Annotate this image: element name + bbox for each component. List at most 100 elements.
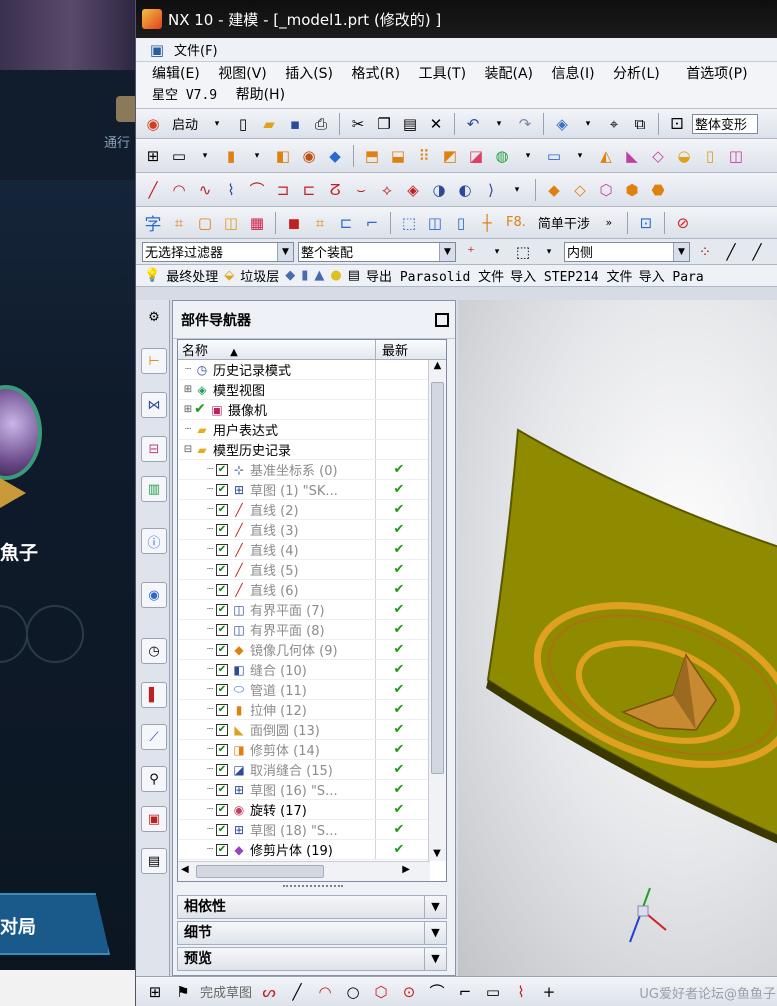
offset-dropdown-icon[interactable]: ▾ bbox=[569, 145, 591, 167]
sync-pull-face-icon[interactable]: ◇ bbox=[569, 179, 591, 201]
delete-icon[interactable]: ✕ bbox=[425, 113, 447, 135]
scroll-right-icon[interactable]: ▶ bbox=[402, 864, 410, 875]
title-bar[interactable]: NX 10 - 建模 - [_model1.prt (修改的) ] bbox=[136, 0, 777, 38]
menu-analysis[interactable]: 分析(L) bbox=[613, 66, 660, 82]
undo-dropdown-icon[interactable]: ▾ bbox=[488, 113, 510, 135]
tree-row[interactable]: ⊞ ◈ 模型视图 bbox=[178, 380, 446, 400]
expand-toggle-icon[interactable]: ⊞ bbox=[182, 384, 194, 395]
system-scene-icon[interactable]: ▤ bbox=[141, 848, 167, 874]
tree-row[interactable]: ┈ ✔ ⊞ 草图 (16) "S... ✔ bbox=[178, 780, 446, 800]
menu-help[interactable]: 帮助(H) bbox=[236, 87, 285, 103]
panel-icon[interactable]: ▯ bbox=[450, 212, 472, 234]
visibility-checkbox[interactable]: ✔ bbox=[216, 623, 228, 636]
cut-icon[interactable]: ✂ bbox=[347, 113, 369, 135]
role-card-icon[interactable]: ▣ bbox=[141, 806, 167, 832]
visibility-checkbox[interactable]: ✔ bbox=[216, 583, 228, 596]
rectangle-dropdown-icon[interactable]: ▾ bbox=[538, 241, 560, 263]
boss-icon[interactable]: ⬒ bbox=[361, 145, 383, 167]
trim-icon[interactable]: ⌗ bbox=[168, 212, 190, 234]
rectangle-icon[interactable]: ▭ bbox=[482, 981, 504, 1003]
column-name-header[interactable]: 名称 ▲ bbox=[178, 340, 376, 359]
visibility-checkbox[interactable]: ✔ bbox=[216, 563, 228, 576]
tree-row[interactable]: ┈ ✔ ◫ 有界平面 (8) ✔ bbox=[178, 620, 446, 640]
overflow-chevron-icon[interactable]: » bbox=[598, 212, 620, 234]
tree-row[interactable]: ┈ ✔ ⊞ 草图 (1) "SK... ✔ bbox=[178, 480, 446, 500]
arc-icon[interactable]: ◠ bbox=[168, 179, 190, 201]
box-icon[interactable]: ▢ bbox=[194, 212, 216, 234]
import-parasolid-button[interactable]: 导入 Para bbox=[639, 266, 704, 285]
pattern-icon[interactable]: ⬓ bbox=[387, 145, 409, 167]
visibility-checkbox[interactable]: ✔ bbox=[216, 743, 228, 756]
offset-curve-icon[interactable]: ⊐ bbox=[272, 179, 294, 201]
maximize-icon[interactable] bbox=[435, 313, 449, 327]
tree-row[interactable]: ┈ ✔ ◪ 取消缝合 (15) ✔ bbox=[178, 760, 446, 780]
type-filter-select[interactable]: 无选择过滤器 ▼ bbox=[142, 241, 294, 262]
profile-icon[interactable]: ᔕ bbox=[258, 981, 280, 1003]
tree-row[interactable]: ┈ ✔ ◣ 面倒圆 (13) ✔ bbox=[178, 720, 446, 740]
visibility-checkbox[interactable]: ✔ bbox=[216, 803, 228, 816]
visibility-checkbox[interactable]: ✔ bbox=[216, 603, 228, 616]
history-icon[interactable]: ⓘ bbox=[141, 528, 167, 554]
clock-icon[interactable]: ◷ bbox=[141, 638, 167, 664]
fillet-curve-icon[interactable]: ⌒ bbox=[246, 179, 268, 201]
details-section[interactable]: 细节 ▼ bbox=[177, 921, 447, 945]
simple-interference-button[interactable]: 简单干涉 bbox=[538, 213, 590, 232]
preview-section[interactable]: 预览 ▼ bbox=[177, 947, 447, 971]
array-icon[interactable]: ⠿ bbox=[413, 145, 435, 167]
chevron-down-icon[interactable]: ▼ bbox=[424, 922, 446, 944]
menu-format[interactable]: 格式(R) bbox=[351, 66, 400, 82]
tree-row[interactable]: ┈ ✔ ⬭ 管道 (11) ✔ bbox=[178, 680, 446, 700]
tree-row[interactable]: ┈ ◷ 历史记录模式 bbox=[178, 360, 446, 380]
finish-sketch-button[interactable]: 完成草图 bbox=[200, 982, 252, 1001]
save-icon[interactable]: ▪ bbox=[284, 113, 306, 135]
sketch-icon[interactable]: ⊞ bbox=[144, 981, 166, 1003]
line-icon[interactable]: ╱ bbox=[142, 179, 164, 201]
tree-row[interactable]: ⊞ ✔ ▣ 摄像机 bbox=[178, 400, 446, 420]
visibility-checkbox[interactable]: ✔ bbox=[216, 663, 228, 676]
tree-row[interactable]: ┈ ✔ ⊹ 基准坐标系 (0) ✔ bbox=[178, 460, 446, 480]
trim-body-icon[interactable]: ▯ bbox=[699, 145, 721, 167]
window-icon[interactable]: ⧉ bbox=[629, 113, 651, 135]
corner-icon[interactable]: ⌐ bbox=[454, 981, 476, 1003]
open-folder-icon[interactable]: ▰ bbox=[258, 113, 280, 135]
cube-icon[interactable]: ◫ bbox=[220, 212, 242, 234]
draft-icon[interactable]: ◭ bbox=[595, 145, 617, 167]
arc-icon[interactable]: ◠ bbox=[314, 981, 336, 1003]
empty-slot[interactable] bbox=[26, 605, 84, 663]
tree-row[interactable]: ┈ ✔ ╱ 直线 (6) ✔ bbox=[178, 580, 446, 600]
unite-icon[interactable]: ◩ bbox=[439, 145, 461, 167]
menu-insert[interactable]: 插入(S) bbox=[285, 66, 333, 82]
part-navigator-icon[interactable]: ⊟ bbox=[141, 436, 167, 462]
studio-spline-icon[interactable]: ⌇ bbox=[510, 981, 532, 1003]
stop-icon[interactable]: ⊘ bbox=[672, 212, 694, 234]
start-dropdown-icon[interactable]: ▾ bbox=[206, 113, 228, 135]
curve-rule2-icon[interactable]: ╱ bbox=[746, 241, 768, 263]
vertical-scroll-thumb[interactable] bbox=[431, 382, 444, 774]
revolve-icon[interactable]: ◧ bbox=[272, 145, 294, 167]
selection-scope-select[interactable]: 整个装配 ▼ bbox=[298, 241, 456, 262]
menu-info[interactable]: 信息(I) bbox=[551, 66, 594, 82]
tree-row[interactable]: ┈ ✔ ◫ 有界平面 (7) ✔ bbox=[178, 600, 446, 620]
chevron-down-icon[interactable]: ▼ bbox=[424, 948, 446, 970]
expand-toggle-icon[interactable]: ⊞ bbox=[182, 404, 194, 415]
pass-label[interactable]: 通行 bbox=[104, 132, 130, 151]
frame-icon[interactable]: ⌗ bbox=[309, 212, 331, 234]
extrude-dropdown-icon[interactable]: ▾ bbox=[246, 145, 268, 167]
assembly-navigator-icon[interactable]: ⊢ bbox=[141, 348, 167, 374]
visibility-checkbox[interactable]: ✔ bbox=[216, 823, 228, 836]
repeat-command-icon[interactable]: ▾ bbox=[577, 113, 599, 135]
trash-layer-button[interactable]: 垃圾层 bbox=[240, 266, 279, 285]
splitter-handle[interactable] bbox=[283, 885, 343, 890]
color-grid-icon[interactable]: ▦ bbox=[246, 212, 268, 234]
visualization-icon[interactable]: ▌ bbox=[141, 682, 167, 708]
wave-icon[interactable]: ⬚ bbox=[398, 212, 420, 234]
scroll-up-icon[interactable]: ▲ bbox=[429, 360, 446, 371]
section-curve-icon[interactable]: ◐ bbox=[454, 179, 476, 201]
hole-icon[interactable]: ◉ bbox=[298, 145, 320, 167]
model-render[interactable] bbox=[458, 300, 777, 976]
tree-row[interactable]: ┈ ✔ ⊞ 草图 (18) "S... ✔ bbox=[178, 820, 446, 840]
cone-icon[interactable]: ▲ bbox=[314, 268, 324, 283]
tree-row[interactable]: ⊟ ▰ 模型历史记录 bbox=[178, 440, 446, 460]
tree-row[interactable]: ┈ ✔ ╱ 直线 (4) ✔ bbox=[178, 540, 446, 560]
menu-view[interactable]: 视图(V) bbox=[218, 66, 267, 82]
